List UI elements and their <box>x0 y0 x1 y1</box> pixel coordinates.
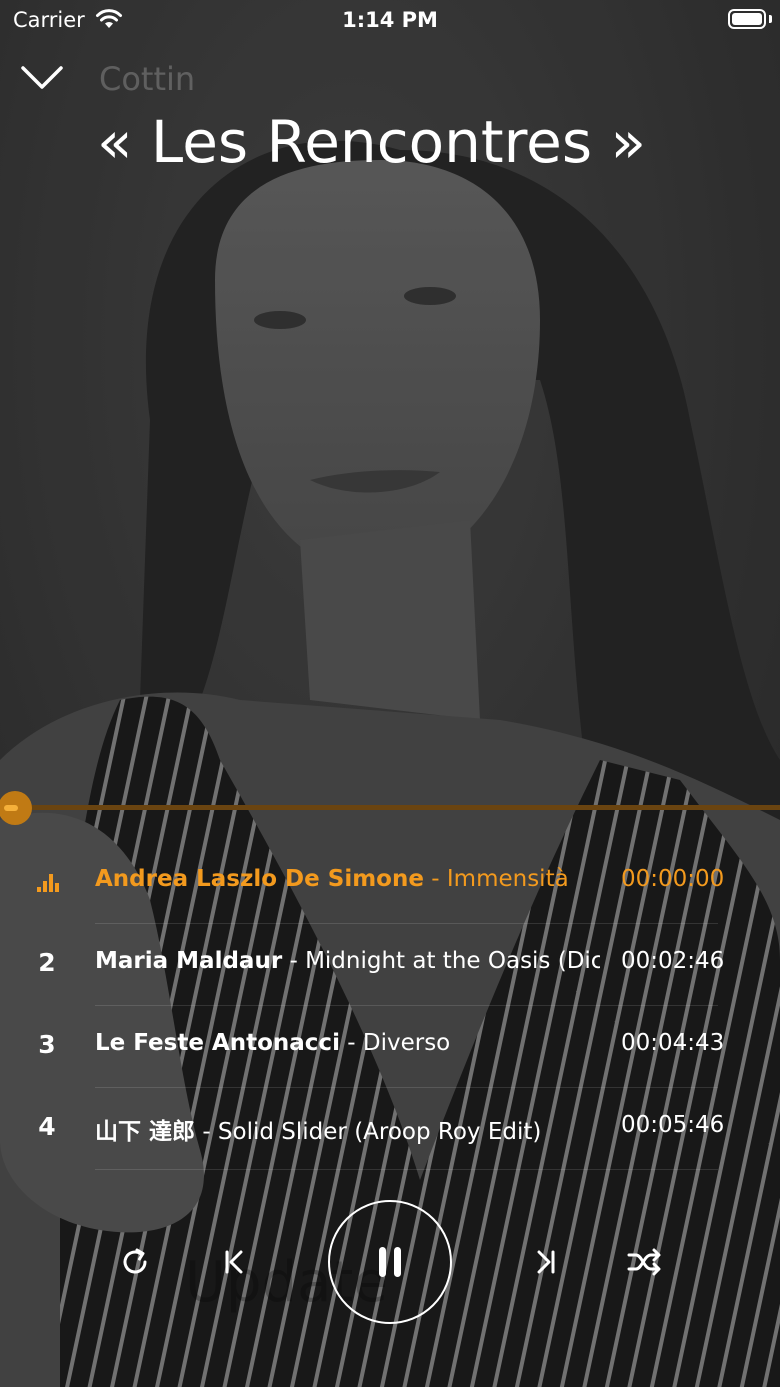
track-number: 4 <box>38 1112 56 1141</box>
show-title: « Les Rencontres » <box>97 108 646 176</box>
track-number: 2 <box>38 948 56 977</box>
track-artist: Andrea Laszlo De Simone <box>95 866 424 892</box>
shuffle-button[interactable] <box>622 1240 666 1284</box>
track-number: 3 <box>38 1030 56 1059</box>
previous-track-button[interactable] <box>212 1240 256 1284</box>
status-bar: Carrier 1:14 PM <box>0 0 780 40</box>
battery-icon <box>728 9 766 29</box>
track-info: Le Feste Antonacci - Diverso <box>95 1030 600 1056</box>
track-artist: Le Feste Antonacci <box>95 1030 340 1056</box>
chevron-down-icon <box>21 66 63 89</box>
track-time: 00:00:00 <box>621 866 725 892</box>
play-pause-button[interactable] <box>328 1200 452 1324</box>
shuffle-icon <box>627 1248 661 1276</box>
track-row[interactable]: 3 Le Feste Antonacci - Diverso 00:04:43 <box>0 1006 780 1088</box>
skip-next-icon <box>537 1250 555 1274</box>
row-divider <box>95 1169 718 1170</box>
pause-icon <box>379 1247 401 1277</box>
playback-progress-slider[interactable] <box>0 791 780 825</box>
track-time: 00:05:46 <box>621 1112 725 1138</box>
repeat-button[interactable] <box>113 1240 157 1284</box>
track-title: - Midnight at the Oasis (Dice Ed <box>289 948 600 974</box>
track-time: 00:02:46 <box>621 948 725 974</box>
battery-tip <box>769 15 772 23</box>
background-portrait <box>0 0 780 1387</box>
track-info: Andrea Laszlo De Simone - Immensità <box>95 866 600 892</box>
now-playing-equalizer-icon <box>37 874 59 892</box>
tracklist: Andrea Laszlo De Simone - Immensità 00:0… <box>0 842 780 1170</box>
next-track-button[interactable] <box>524 1240 568 1284</box>
clock: 1:14 PM <box>342 8 438 32</box>
track-artist: Maria Maldaur <box>95 948 283 974</box>
track-time: 00:04:43 <box>621 1030 725 1056</box>
track-info: 山下 達郎 - Solid Slider (Aroop Roy Edit) <box>95 1112 600 1146</box>
track-title: - Solid Slider (Aroop Roy Edit) <box>195 1119 542 1145</box>
progress-track <box>0 805 780 810</box>
track-row[interactable]: Andrea Laszlo De Simone - Immensità 00:0… <box>0 842 780 924</box>
close-player-button[interactable] <box>20 60 64 96</box>
station-name: Cottin <box>99 60 196 98</box>
track-row[interactable]: 2 Maria Maldaur - Midnight at the Oasis … <box>0 924 780 1006</box>
track-info: Maria Maldaur - Midnight at the Oasis (D… <box>95 948 600 974</box>
skip-previous-icon <box>225 1250 243 1274</box>
track-artist: 山下 達郎 <box>95 1119 196 1145</box>
track-title: - Immensità <box>423 866 569 892</box>
track-row[interactable]: 4 山下 達郎 - Solid Slider (Aroop Roy Edit) … <box>0 1088 780 1170</box>
repeat-icon <box>123 1248 147 1274</box>
track-title: - Diverso <box>339 1030 451 1056</box>
